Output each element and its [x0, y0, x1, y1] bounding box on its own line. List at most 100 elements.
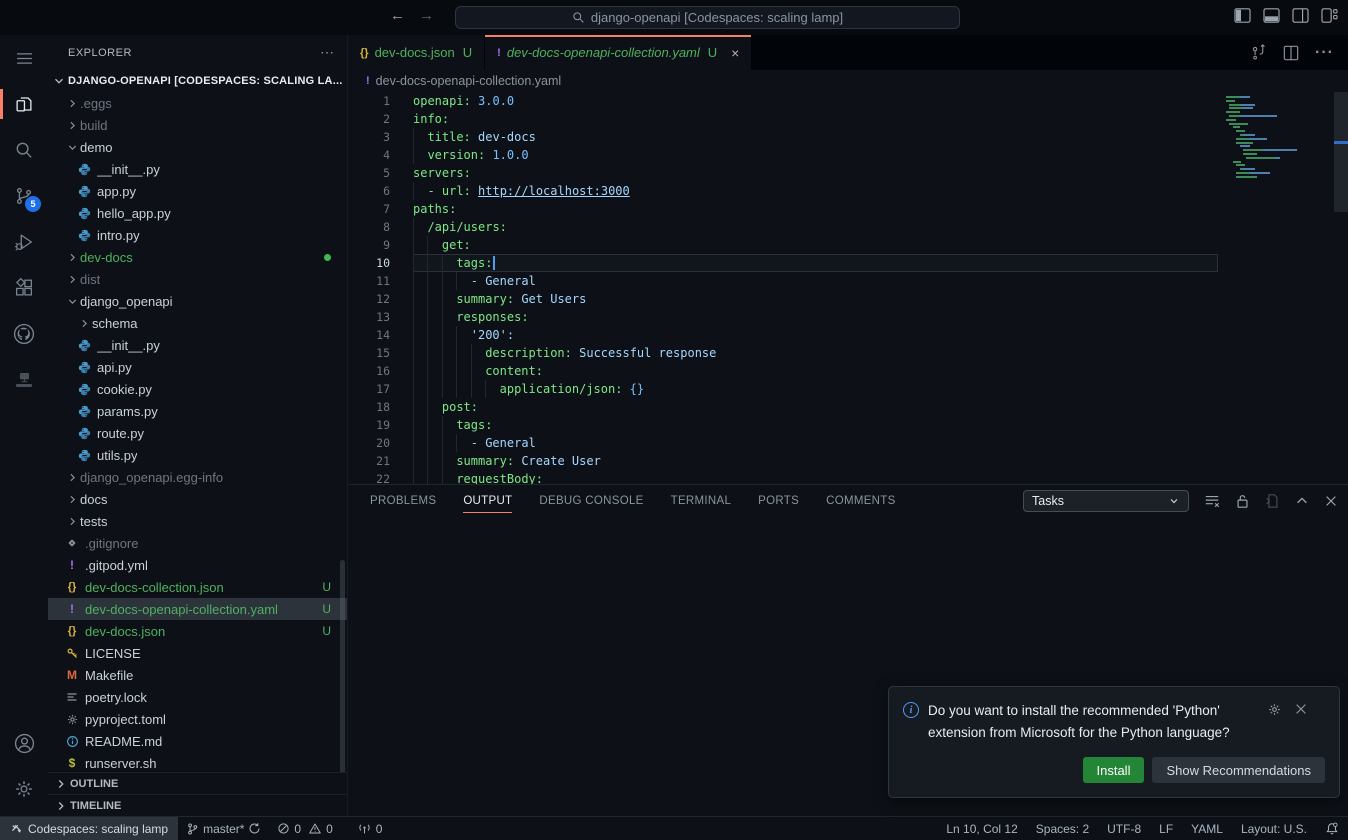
tree-file-dev-docs-json[interactable]: {}dev-docs.jsonU [48, 620, 347, 642]
code-line-3[interactable]: 3title: dev-docs [348, 128, 1348, 146]
minimap[interactable] [1220, 94, 1332, 180]
tree-file-pyproject-toml[interactable]: pyproject.toml [48, 708, 347, 730]
tree-file-license[interactable]: LICENSE [48, 642, 347, 664]
unlock-icon[interactable] [1235, 493, 1250, 509]
code-line-2[interactable]: 2info: [348, 110, 1348, 128]
code-line-6[interactable]: 6- url: http://localhost:3000 [348, 182, 1348, 200]
panel-tab-problems[interactable]: PROBLEMS [370, 485, 436, 517]
tree-folder-dev-docs[interactable]: dev-docs [48, 246, 347, 268]
explorer-more-actions-icon[interactable]: ⋯ [320, 44, 335, 61]
code-editor[interactable]: 1openapi: 3.0.02info:3title: dev-docs4ve… [348, 92, 1348, 484]
tree-folder-docs[interactable]: docs [48, 488, 347, 510]
code-line-1[interactable]: 1openapi: 3.0.0 [348, 92, 1348, 110]
tree-file--init-py[interactable]: __init__.py [48, 158, 347, 180]
timeline-section[interactable]: TIMELINE [48, 794, 347, 816]
sidebar-scrollbar[interactable] [340, 560, 345, 775]
tree-folder--eggs[interactable]: .eggs [48, 92, 347, 114]
toggle-panel-icon[interactable] [1263, 8, 1280, 23]
tree-file-hello-app-py[interactable]: hello_app.py [48, 202, 347, 224]
code-line-20[interactable]: 20- General [348, 434, 1348, 452]
code-line-13[interactable]: 13responses: [348, 308, 1348, 326]
code-line-22[interactable]: 22requestBody: [348, 470, 1348, 484]
layout-indicator[interactable]: Layout: U.S. [1232, 817, 1316, 840]
open-changes-icon[interactable] [1250, 44, 1267, 61]
editor-scrollbar[interactable] [1334, 92, 1348, 484]
devbox-icon[interactable] [0, 357, 48, 403]
close-panel-icon[interactable] [1324, 494, 1338, 508]
branch-indicator[interactable]: master* [178, 817, 269, 840]
menu-icon[interactable] [0, 35, 48, 81]
tree-folder-demo[interactable]: demo [48, 136, 347, 158]
code-line-9[interactable]: 9get: [348, 236, 1348, 254]
tree-file-cookie-py[interactable]: cookie.py [48, 378, 347, 400]
notifications-bell-icon[interactable] [1316, 817, 1348, 840]
code-line-19[interactable]: 19tags: [348, 416, 1348, 434]
breadcrumb[interactable]: ! dev-docs-openapi-collection.yaml [348, 70, 1348, 92]
nav-back-icon[interactable]: ← [390, 7, 405, 24]
panel-tab-debug-console[interactable]: DEBUG CONSOLE [539, 485, 643, 517]
language-mode[interactable]: YAML [1182, 817, 1232, 840]
settings-gear-icon[interactable] [0, 766, 48, 812]
tree-file-dev-docs-openapi-collection-yaml[interactable]: !dev-docs-openapi-collection.yamlU [48, 598, 347, 620]
panel-tab-output[interactable]: OUTPUT [463, 485, 512, 517]
remote-indicator[interactable]: Codespaces: scaling lamp [0, 817, 178, 840]
more-actions-icon[interactable]: ··· [1315, 44, 1334, 62]
tree-file-readme-md[interactable]: README.md [48, 730, 347, 752]
tree-folder-build[interactable]: build [48, 114, 347, 136]
code-line-16[interactable]: 16content: [348, 362, 1348, 380]
tree-file-route-py[interactable]: route.py [48, 422, 347, 444]
tree-file-api-py[interactable]: api.py [48, 356, 347, 378]
project-root-row[interactable]: DJANGO-OPENAPI [CODESPACES: SCALING LA..… [48, 70, 347, 92]
tree-folder-schema[interactable]: schema [48, 312, 347, 334]
code-line-15[interactable]: 15description: Successful response [348, 344, 1348, 362]
notification-close-icon[interactable] [1294, 702, 1308, 716]
panel-tab-ports[interactable]: PORTS [758, 485, 799, 517]
panel-tab-comments[interactable]: COMMENTS [826, 485, 895, 517]
tree-file-dev-docs-collection-json[interactable]: {}dev-docs-collection.jsonU [48, 576, 347, 598]
cursor-position[interactable]: Ln 10, Col 12 [937, 817, 1026, 840]
code-line-8[interactable]: 8/api/users: [348, 218, 1348, 236]
run-debug-icon[interactable] [0, 219, 48, 265]
maximize-panel-icon[interactable] [1295, 494, 1309, 508]
code-line-21[interactable]: 21summary: Create User [348, 452, 1348, 470]
tree-folder-django-openapi-egg-info[interactable]: django_openapi.egg-info [48, 466, 347, 488]
code-line-14[interactable]: 14'200': [348, 326, 1348, 344]
install-button[interactable]: Install [1083, 757, 1145, 783]
encoding-indicator[interactable]: UTF-8 [1098, 817, 1150, 840]
code-line-17[interactable]: 17application/json: {} [348, 380, 1348, 398]
explorer-icon[interactable] [0, 81, 48, 127]
extensions-icon[interactable] [0, 265, 48, 311]
tree-folder-django-openapi[interactable]: django_openapi [48, 290, 347, 312]
indentation-indicator[interactable]: Spaces: 2 [1027, 817, 1098, 840]
close-tab-icon[interactable]: × [731, 46, 739, 60]
clear-output-icon[interactable] [1204, 493, 1220, 509]
tab-dev-docs-json[interactable]: {} dev-docs.json U [348, 35, 485, 70]
toggle-sidebar-right-icon[interactable] [1292, 8, 1309, 23]
panel-tab-terminal[interactable]: TERMINAL [671, 485, 732, 517]
code-line-7[interactable]: 7paths: [348, 200, 1348, 218]
nav-forward-icon[interactable]: → [419, 7, 434, 24]
toggle-sidebar-left-icon[interactable] [1234, 8, 1251, 23]
tree-file-utils-py[interactable]: utils.py [48, 444, 347, 466]
split-editor-icon[interactable] [1283, 45, 1299, 61]
tree-file--gitpod-yml[interactable]: !.gitpod.yml [48, 554, 347, 576]
search-sidebar-icon[interactable] [0, 127, 48, 173]
tree-file--gitignore[interactable]: .gitignore [48, 532, 347, 554]
show-recommendations-button[interactable]: Show Recommendations [1152, 757, 1325, 783]
eol-indicator[interactable]: LF [1150, 817, 1182, 840]
tree-file-params-py[interactable]: params.py [48, 400, 347, 422]
open-output-in-editor-icon[interactable] [1265, 493, 1280, 509]
tree-folder-dist[interactable]: dist [48, 268, 347, 290]
problems-indicator[interactable]: 0 0 [269, 817, 340, 840]
outline-section[interactable]: OUTLINE [48, 772, 347, 794]
source-control-icon[interactable]: 5 [0, 173, 48, 219]
tab-dev-docs-openapi-collection-yaml[interactable]: ! dev-docs-openapi-collection.yaml U × [485, 35, 752, 70]
tree-file-intro-py[interactable]: intro.py [48, 224, 347, 246]
code-line-5[interactable]: 5servers: [348, 164, 1348, 182]
tree-folder-tests[interactable]: tests [48, 510, 347, 532]
github-icon[interactable] [0, 311, 48, 357]
tree-file-runserver-sh[interactable]: $runserver.sh [48, 752, 347, 774]
code-line-10[interactable]: 10tags: [348, 254, 1348, 272]
code-line-18[interactable]: 18post: [348, 398, 1348, 416]
account-icon[interactable] [0, 720, 48, 766]
